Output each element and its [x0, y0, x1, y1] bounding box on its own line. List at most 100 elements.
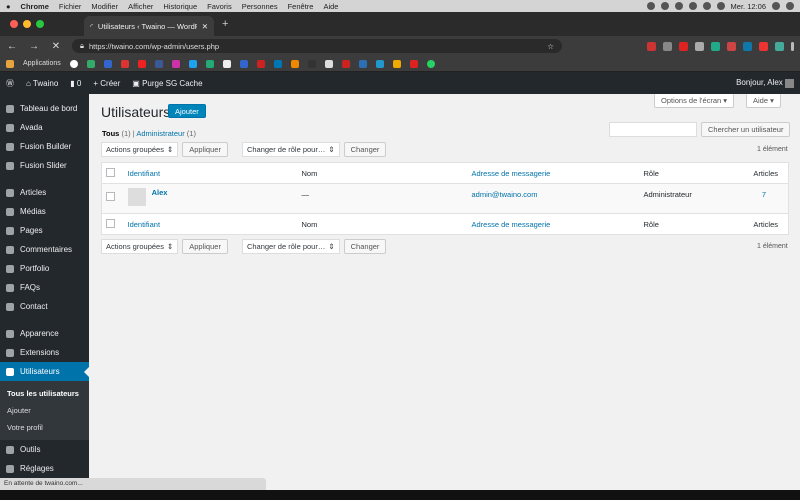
search-users-button[interactable]: Chercher un utilisateur [701, 122, 791, 137]
submenu-add-user[interactable]: Ajouter [0, 402, 89, 419]
user-posts-link[interactable]: 7 [738, 184, 789, 214]
stop-loading-icon[interactable]: ✕ [50, 41, 62, 52]
bookmark-icon[interactable] [375, 59, 384, 68]
screen-options-button[interactable]: Options de l'écran ▾ [654, 94, 735, 108]
forward-icon[interactable]: → [28, 41, 40, 52]
sidebar-item-tools[interactable]: Outils [0, 440, 89, 459]
menu-modifier[interactable]: Modifier [91, 2, 118, 11]
sidebar-item-comments[interactable]: Commentaires [0, 240, 89, 259]
google-icon[interactable] [69, 59, 78, 68]
col-username[interactable]: Identifiant [124, 163, 298, 184]
bulk-actions-select[interactable]: Actions groupées ⇕ [101, 239, 179, 254]
menu-personnes[interactable]: Personnes [242, 2, 278, 11]
sidebar-item-extensions[interactable]: Extensions [0, 343, 89, 362]
linkedin-icon[interactable] [273, 59, 282, 68]
apps-grid-icon[interactable] [6, 59, 14, 68]
twitter-icon[interactable] [188, 59, 197, 68]
apply-button[interactable]: Appliquer [182, 239, 228, 254]
role-change-select[interactable]: Changer de rôle pour… ⇕ [241, 142, 340, 157]
bookmark-icon[interactable] [205, 59, 214, 68]
menu-afficher[interactable]: Afficher [128, 2, 153, 11]
flag-icon[interactable] [702, 2, 711, 10]
select-all-checkbox[interactable] [106, 218, 115, 228]
new-content-link[interactable]: + Créer [93, 79, 120, 88]
help-button[interactable]: Aide ▾ [746, 94, 781, 108]
whatsapp-icon[interactable] [426, 59, 435, 68]
sidebar-item-fusion-slider[interactable]: Fusion Slider [0, 156, 89, 175]
bookmark-icon[interactable] [86, 59, 95, 68]
account-greeting[interactable]: Bonjour, Alex [736, 78, 794, 88]
menu-aide[interactable]: Aide [323, 2, 338, 11]
extension-icon[interactable] [743, 41, 752, 51]
user-email-link[interactable]: admin@twaino.com [468, 184, 640, 214]
bookmark-icon[interactable] [392, 59, 401, 68]
bookmark-icon[interactable] [290, 59, 299, 68]
menu-fichier[interactable]: Fichier [59, 2, 82, 11]
col-email[interactable]: Adresse de messagerie [468, 214, 640, 235]
bookmark-icon[interactable] [120, 59, 129, 68]
close-window-button[interactable] [10, 20, 18, 28]
search-icon[interactable] [772, 2, 780, 10]
battery-icon[interactable] [716, 2, 725, 10]
instagram-icon[interactable] [171, 59, 180, 68]
pinterest-icon[interactable] [679, 41, 688, 51]
extension-icon[interactable] [647, 41, 656, 51]
minimize-window-button[interactable] [23, 20, 31, 28]
menu-app[interactable]: Chrome [21, 2, 49, 11]
wifi-icon[interactable] [688, 2, 697, 10]
zoom-window-button[interactable] [36, 20, 44, 28]
change-role-button[interactable]: Changer [343, 142, 387, 157]
tab-close-icon[interactable]: ✕ [202, 22, 208, 31]
status-icon[interactable] [660, 2, 669, 10]
bookmark-icon[interactable] [358, 59, 367, 68]
clock[interactable]: Mer. 12:06 [731, 2, 766, 11]
sidebar-item-pages[interactable]: Pages [0, 221, 89, 240]
facebook-icon[interactable] [154, 59, 163, 68]
sidebar-item-fusion-builder[interactable]: Fusion Builder [0, 137, 89, 156]
row-checkbox[interactable] [106, 192, 115, 201]
bookmark-icon[interactable] [103, 59, 112, 68]
status-icon[interactable] [646, 2, 655, 10]
select-all-checkbox[interactable] [106, 167, 115, 177]
more-menu-icon[interactable] [791, 41, 794, 51]
extension-icon[interactable] [695, 41, 704, 51]
role-change-select[interactable]: Changer de rôle pour… ⇕ [241, 239, 340, 254]
menu-fenetre[interactable]: Fenêtre [288, 2, 314, 11]
youtube-icon[interactable] [137, 59, 146, 68]
sidebar-item-avada[interactable]: Avada [0, 118, 89, 137]
extension-icon[interactable] [727, 41, 736, 51]
col-username[interactable]: Identifiant [124, 214, 298, 235]
sidebar-item-dashboard[interactable]: Tableau de bord [0, 99, 89, 118]
bookmark-applications[interactable]: Applications [23, 60, 61, 67]
sidebar-item-portfolio[interactable]: Portfolio [0, 259, 89, 278]
submenu-profile[interactable]: Votre profil [0, 419, 89, 436]
sidebar-item-settings[interactable]: Réglages [0, 459, 89, 478]
sidebar-item-faqs[interactable]: FAQs [0, 278, 89, 297]
bookmark-star-icon[interactable]: ☆ [547, 42, 554, 51]
filter-admin[interactable]: Administrateur [136, 129, 184, 138]
add-user-button[interactable]: Ajouter [168, 104, 206, 118]
bookmark-icon[interactable] [409, 59, 418, 68]
sidebar-item-appearance[interactable]: Apparence [0, 324, 89, 343]
back-icon[interactable]: ← [6, 41, 18, 52]
change-role-button[interactable]: Changer [343, 239, 387, 254]
sidebar-item-contact[interactable]: Contact [0, 297, 89, 316]
menu-favoris[interactable]: Favoris [207, 2, 232, 11]
menu-historique[interactable]: Historique [163, 2, 197, 11]
extension-icon[interactable] [759, 41, 768, 51]
user-search-input[interactable] [609, 122, 697, 137]
bookmark-icon[interactable] [222, 59, 231, 68]
bookmark-icon[interactable] [341, 59, 350, 68]
browser-tab[interactable]: ◜ Utilisateurs ‹ Twaino — WordP ✕ [84, 16, 214, 36]
bulk-actions-select[interactable]: Actions groupées ⇕ [101, 142, 179, 157]
submenu-all-users[interactable]: Tous les utilisateurs [0, 385, 89, 402]
sidebar-item-users[interactable]: Utilisateurs [0, 362, 89, 381]
status-icon[interactable] [674, 2, 683, 10]
bookmark-icon[interactable] [307, 59, 316, 68]
user-username-link[interactable]: Alex [152, 188, 168, 197]
profile-icon[interactable] [775, 41, 784, 51]
comments-link[interactable]: ▮ 0 [70, 79, 81, 88]
wordpress-logo-icon[interactable]: Ⓦ [6, 78, 14, 89]
bookmark-icon[interactable] [324, 59, 333, 68]
menu-list-icon[interactable] [786, 2, 794, 10]
